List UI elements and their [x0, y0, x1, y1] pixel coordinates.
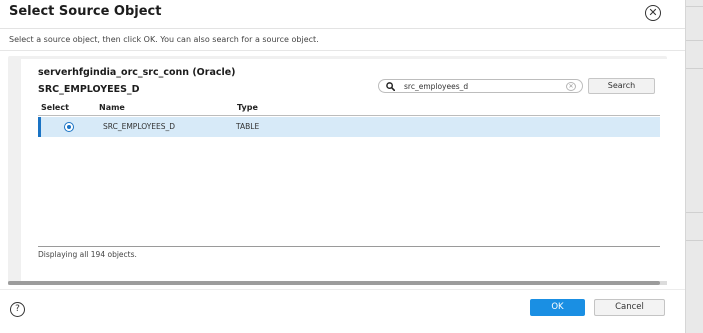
table-header: Select Name Type [38, 102, 660, 116]
ok-button[interactable]: OK [530, 299, 585, 316]
dialog-header: Select Source Object ✕ [0, 0, 685, 29]
select-source-object-dialog: Select Source Object ✕ Select a source o… [0, 0, 685, 333]
table-row[interactable]: SRC_EMPLOYEES_D TABLE [38, 117, 660, 137]
cancel-button[interactable]: Cancel [594, 299, 665, 316]
footer-divider [0, 289, 685, 290]
objects-table: Select Name Type SRC_EMPLOYEES_D TABLE [38, 102, 660, 248]
close-icon[interactable]: ✕ [645, 5, 661, 21]
search-input[interactable] [404, 80, 564, 92]
column-header-select: Select [41, 103, 69, 112]
search-button[interactable]: Search [588, 78, 655, 94]
horizontal-scrollbar[interactable] [8, 281, 667, 285]
divider [0, 50, 685, 51]
help-icon[interactable]: ? [10, 302, 25, 317]
row-select-radio[interactable] [64, 122, 74, 132]
clear-icon[interactable]: ✕ [566, 81, 576, 91]
connection-name: serverhfgindia_orc_src_conn (Oracle) [38, 67, 236, 78]
column-header-name: Name [99, 103, 125, 112]
row-name: SRC_EMPLOYEES_D [103, 122, 176, 131]
table-bottom-rule [38, 246, 660, 247]
status-text: Displaying all 194 objects. [38, 250, 137, 259]
background-window [685, 0, 703, 333]
search-box[interactable]: ✕ [378, 79, 583, 93]
selected-object-name: SRC_EMPLOYEES_D [38, 84, 140, 95]
row-type: TABLE [236, 122, 260, 131]
scrollbar-thumb[interactable] [8, 281, 660, 285]
dialog-title: Select Source Object [9, 4, 162, 19]
search-icon [386, 82, 395, 91]
column-header-type: Type [237, 103, 258, 112]
instructions-text: Select a source object, then click OK. Y… [9, 35, 319, 44]
